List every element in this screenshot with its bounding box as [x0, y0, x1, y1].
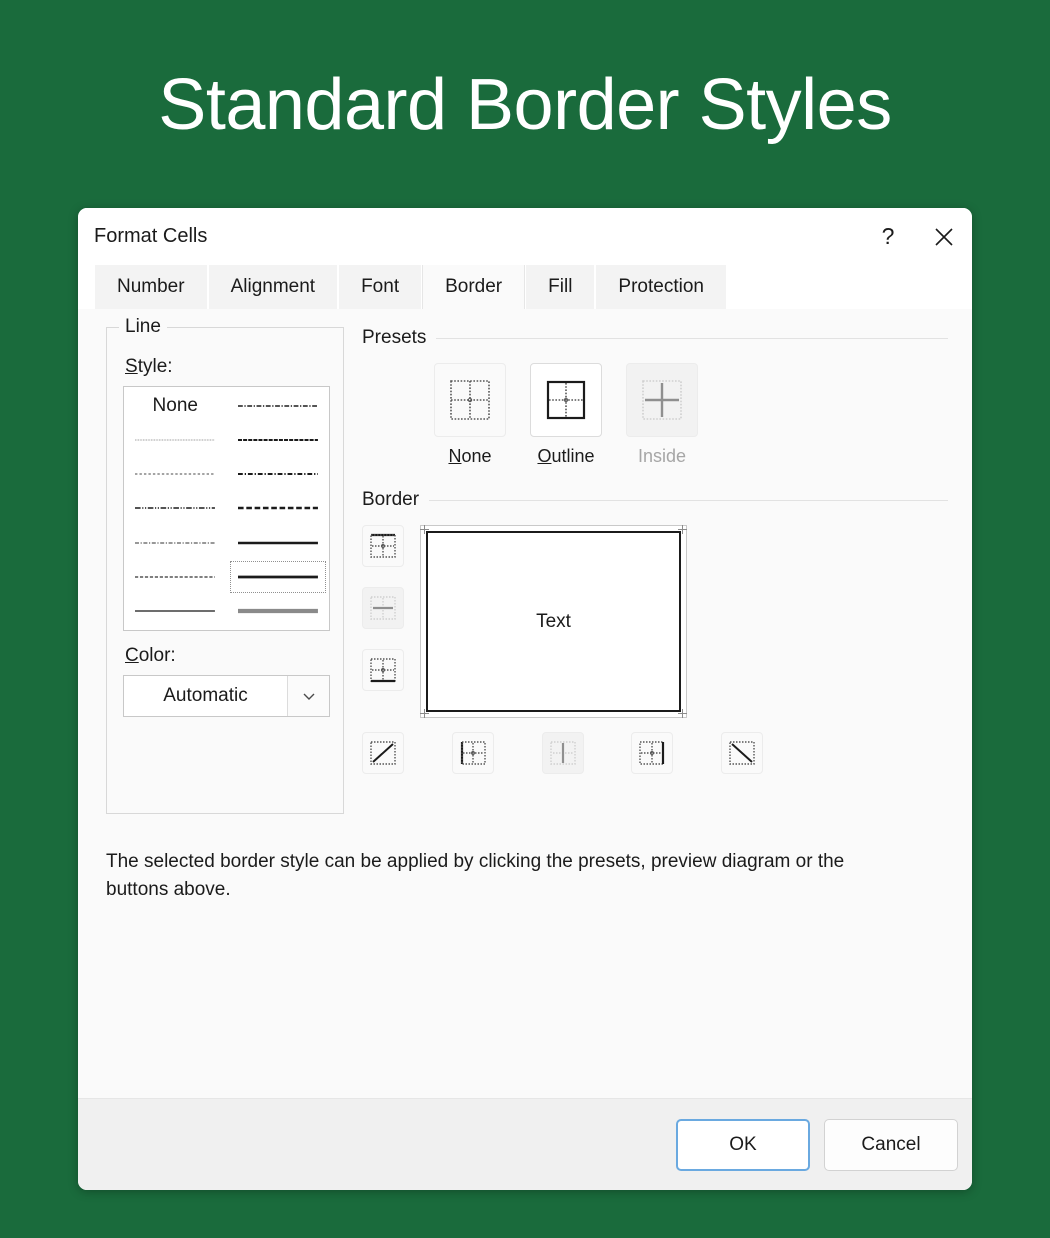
border-horizontal-inner-icon	[368, 593, 398, 623]
preview-handle-bottom-right[interactable]	[678, 709, 687, 718]
preset-inside-button[interactable]	[626, 363, 698, 437]
tab-border[interactable]: Border	[422, 265, 525, 309]
border-inside-icon	[639, 377, 685, 423]
preset-inside: Inside	[626, 363, 698, 467]
border-diagonal-down-icon	[727, 738, 757, 768]
style-swatch-solid-gray[interactable]	[124, 594, 227, 628]
style-swatch-dashed-gray[interactable]	[124, 560, 227, 594]
presets-rule	[436, 338, 948, 339]
format-cells-dialog: Format Cells ? Number Alignment Font Bor…	[78, 208, 972, 1190]
line-group-legend: Line	[119, 316, 167, 338]
tab-protection[interactable]: Protection	[595, 265, 727, 309]
dialog-content: Line Style: None	[78, 309, 972, 1098]
border-top-icon	[368, 531, 398, 561]
style-swatch-dotted-fine[interactable]	[124, 423, 227, 457]
border-diagonal-down-button[interactable]	[721, 732, 763, 774]
border-color-dropdown[interactable]: Automatic	[123, 675, 330, 717]
border-preview-cell[interactable]: Text	[426, 531, 681, 712]
style-swatch-dash-dot-gray[interactable]	[124, 526, 227, 560]
style-swatch-dashed-fine[interactable]	[124, 457, 227, 491]
border-bottom-button[interactable]	[362, 649, 404, 691]
dialog-footer: OK Cancel	[78, 1098, 972, 1190]
style-swatch-solid-thin[interactable]	[227, 526, 330, 560]
chevron-down-icon[interactable]	[287, 676, 329, 716]
border-outline-icon	[543, 377, 589, 423]
style-label: Style:	[125, 356, 327, 378]
border-left-button[interactable]	[452, 732, 494, 774]
presets-row: None Outline	[434, 363, 948, 467]
border-preview-text: Text	[536, 611, 571, 633]
border-vertical-inner-icon	[548, 738, 578, 768]
preview-handle-top-left[interactable]	[420, 525, 429, 534]
line-style-grid[interactable]: None	[123, 386, 330, 631]
preset-outline-label: Outline	[530, 446, 602, 467]
border-right-icon	[637, 738, 667, 768]
tab-fill[interactable]: Fill	[525, 265, 595, 309]
border-heading: Border	[362, 489, 948, 511]
dialog-title: Format Cells	[94, 225, 860, 248]
border-top-button[interactable]	[362, 525, 404, 567]
style-swatch-solid-thick[interactable]	[227, 594, 330, 628]
tab-alignment[interactable]: Alignment	[208, 265, 339, 309]
border-editor: Text	[362, 525, 948, 718]
presets-heading-label: Presets	[362, 327, 426, 349]
border-vertical-inner-button[interactable]	[542, 732, 584, 774]
border-hint-text: The selected border style can be applied…	[106, 848, 906, 903]
border-none-icon	[447, 377, 493, 423]
preset-none-label: None	[434, 446, 506, 467]
preset-inside-label: Inside	[626, 446, 698, 467]
dialog-titlebar: Format Cells ?	[78, 208, 972, 265]
style-swatch-none[interactable]: None	[124, 389, 227, 423]
page-title: Standard Border Styles	[0, 0, 1050, 144]
tab-number[interactable]: Number	[94, 265, 208, 309]
help-icon[interactable]: ?	[860, 214, 916, 260]
border-preview[interactable]: Text	[420, 525, 687, 718]
preview-handle-bottom-left[interactable]	[420, 709, 429, 718]
border-rule	[429, 500, 948, 501]
style-swatch-dash-dot-dot[interactable]	[227, 457, 330, 491]
dialog-tabs: Number Alignment Font Border Fill Protec…	[78, 265, 972, 309]
preset-none: None	[434, 363, 506, 467]
border-bottom-icon	[368, 655, 398, 685]
border-bottom-buttons	[362, 732, 763, 774]
border-diagonal-up-icon	[368, 738, 398, 768]
border-right-button[interactable]	[631, 732, 673, 774]
border-color-value: Automatic	[124, 685, 287, 707]
close-icon[interactable]	[916, 214, 972, 260]
preset-none-button[interactable]	[434, 363, 506, 437]
border-side-buttons	[362, 525, 404, 718]
style-swatch-dashed-bold[interactable]	[227, 491, 330, 525]
presets-heading: Presets	[362, 327, 948, 349]
border-horizontal-inner-button[interactable]	[362, 587, 404, 629]
tab-font[interactable]: Font	[338, 265, 422, 309]
preview-handle-top-right[interactable]	[678, 525, 687, 534]
style-swatch-dash-dot-medium[interactable]	[227, 423, 330, 457]
color-label: Color:	[125, 645, 327, 667]
border-left-icon	[458, 738, 488, 768]
preset-outline: Outline	[530, 363, 602, 467]
border-diagonal-up-button[interactable]	[362, 732, 404, 774]
border-heading-label: Border	[362, 489, 419, 511]
style-swatch-solid-medium[interactable]	[227, 560, 330, 594]
ok-button[interactable]: OK	[676, 1119, 810, 1171]
style-swatch-dash-dot-dot-thin[interactable]	[124, 491, 227, 525]
line-group: Line Style: None	[106, 327, 344, 814]
cancel-button[interactable]: Cancel	[824, 1119, 958, 1171]
border-settings-column: Presets None	[362, 327, 956, 814]
style-swatch-dash-dot-thin[interactable]	[227, 389, 330, 423]
preset-outline-button[interactable]	[530, 363, 602, 437]
